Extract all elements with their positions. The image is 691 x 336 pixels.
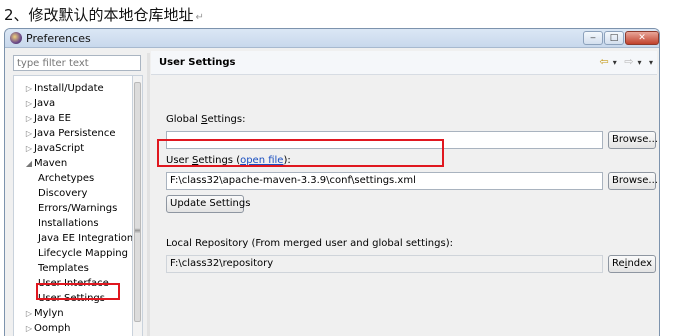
user-label-end: ):: [283, 155, 291, 166]
reindex-label-rest: ndex: [627, 258, 653, 269]
instruction-heading: 2、修改默认的本地仓库地址 ↵: [4, 2, 204, 28]
tree-item-label: User Settings: [38, 293, 105, 304]
close-button[interactable]: ✕: [625, 31, 659, 45]
tree-item-label: Installations: [38, 218, 99, 229]
tree-scrollbar[interactable]: ≡: [133, 75, 143, 336]
pane-divider[interactable]: [147, 53, 150, 336]
paragraph-mark: ↵: [195, 12, 204, 23]
tree-item-label: Oomph: [34, 323, 71, 334]
page-title: User Settings: [159, 57, 236, 68]
forward-dropdown-icon[interactable]: ▾: [637, 58, 641, 67]
global-settings-field[interactable]: [166, 131, 603, 149]
user-label-text: User: [166, 155, 192, 166]
tree-item[interactable]: ▷ Mylyn: [24, 306, 64, 321]
back-dropdown-icon[interactable]: ▾: [613, 58, 617, 67]
page-navigation: ⇦ ▾ ⇨ ▾ ▾: [596, 55, 653, 68]
tree-item[interactable]: ▷ JavaScript: [24, 141, 84, 156]
collapsed-twisty-icon[interactable]: ▷: [24, 306, 34, 321]
tree-item[interactable]: User Interface: [38, 276, 109, 291]
scrollbar-thumb[interactable]: [134, 82, 141, 322]
user-settings-field[interactable]: F:\class32\apache-maven-3.3.9\conf\setti…: [166, 172, 603, 190]
tree-item[interactable]: ▷ Java EE: [24, 111, 71, 126]
back-arrow-icon[interactable]: ⇦: [600, 55, 609, 68]
forward-arrow-icon[interactable]: ⇨: [624, 55, 633, 68]
collapsed-twisty-icon[interactable]: ▷: [24, 96, 34, 111]
settings-page: User Settings ⇦ ▾ ⇨ ▾ ▾ Global Settings: B…: [151, 51, 658, 336]
tree-item[interactable]: Lifecycle Mapping: [38, 246, 128, 261]
page-margin: [662, 28, 688, 336]
title-bar: Preferences ‒ □ ✕: [5, 29, 659, 48]
open-file-link[interactable]: open file: [240, 155, 283, 166]
tree-item-label: Templates: [38, 263, 89, 274]
tree-item[interactable]: Discovery: [38, 186, 87, 201]
page-header: User Settings ⇦ ▾ ⇨ ▾ ▾: [151, 51, 657, 75]
tree-item[interactable]: ▷ Java: [24, 96, 55, 111]
local-repository-label: Local Repository (From merged user and g…: [166, 238, 453, 249]
collapsed-twisty-icon[interactable]: ▷: [24, 321, 34, 336]
user-settings-label: User Settings (open file):: [166, 155, 291, 166]
scrollbar-grip-icon: ≡: [134, 226, 141, 235]
maximize-button[interactable]: □: [604, 31, 624, 45]
tree-item-label: Install/Update: [34, 83, 104, 94]
collapsed-twisty-icon[interactable]: ▷: [24, 126, 34, 141]
expanded-twisty-icon[interactable]: ◢: [24, 156, 34, 171]
tree-item[interactable]: ◢ Maven: [24, 156, 67, 171]
tree-item[interactable]: ▷ Oomph: [24, 321, 71, 336]
tree-item-label: Discovery: [38, 188, 88, 199]
global-browse-button[interactable]: Browse...: [608, 131, 658, 149]
tree-item-label: Errors/Warnings: [38, 203, 118, 214]
window-title: Preferences: [26, 32, 91, 45]
tree-item[interactable]: ▷ Java Persistence: [24, 126, 116, 141]
preferences-window: Preferences ‒ □ ✕ ▷Install/Update▷Java▷J…: [4, 28, 660, 336]
heading-text: 2、修改默认的本地仓库地址: [4, 6, 194, 24]
tree-item[interactable]: Errors/Warnings: [38, 201, 117, 216]
tree-item[interactable]: ▷ Install/Update: [24, 81, 104, 96]
collapsed-twisty-icon[interactable]: ▷: [24, 111, 34, 126]
tree-item-label: JavaScript: [34, 143, 85, 154]
tree-item-label: Maven: [34, 158, 68, 169]
user-browse-button[interactable]: Browse...: [608, 172, 658, 190]
reindex-label: Re: [612, 258, 625, 269]
tree-item-label: User Interface: [38, 278, 109, 289]
tree-item-label: Java EE: [34, 113, 71, 124]
preference-tree: ▷ Install/Update ▷ Java ▷ Java EE ▷ Java Persis…: [13, 75, 133, 336]
tree-item[interactable]: Java EE Integration: [38, 231, 133, 246]
global-label-text: Global: [166, 114, 202, 125]
tree-item[interactable]: User Settings: [38, 291, 105, 306]
tree-item-label: Java: [34, 98, 56, 109]
tree-item[interactable]: Installations: [38, 216, 99, 231]
global-settings-label: Global Settings:: [166, 114, 245, 125]
eclipse-icon: [10, 32, 22, 44]
local-repository-field: F:\class32\repository: [166, 255, 603, 273]
view-menu-icon[interactable]: ▾: [649, 58, 653, 67]
filter-input[interactable]: [13, 55, 141, 71]
minimize-button[interactable]: ‒: [583, 31, 603, 45]
tree-item-label: Lifecycle Mapping: [38, 248, 128, 259]
reindex-button[interactable]: Reindex: [608, 255, 656, 273]
update-settings-button[interactable]: Update Settings: [166, 195, 250, 213]
tree-item-label: Java EE Integration: [38, 233, 133, 244]
tree-item[interactable]: Archetypes: [38, 171, 94, 186]
user-label-rest: ettings (: [198, 155, 241, 166]
tree-item-label: Java Persistence: [34, 128, 116, 139]
collapsed-twisty-icon[interactable]: ▷: [24, 81, 34, 96]
tree-item[interactable]: Templates: [38, 261, 89, 276]
global-label-rest: ettings:: [207, 114, 246, 125]
tree-item-label: Mylyn: [34, 308, 64, 319]
collapsed-twisty-icon[interactable]: ▷: [24, 141, 34, 156]
tree-item-label: Archetypes: [38, 173, 95, 184]
